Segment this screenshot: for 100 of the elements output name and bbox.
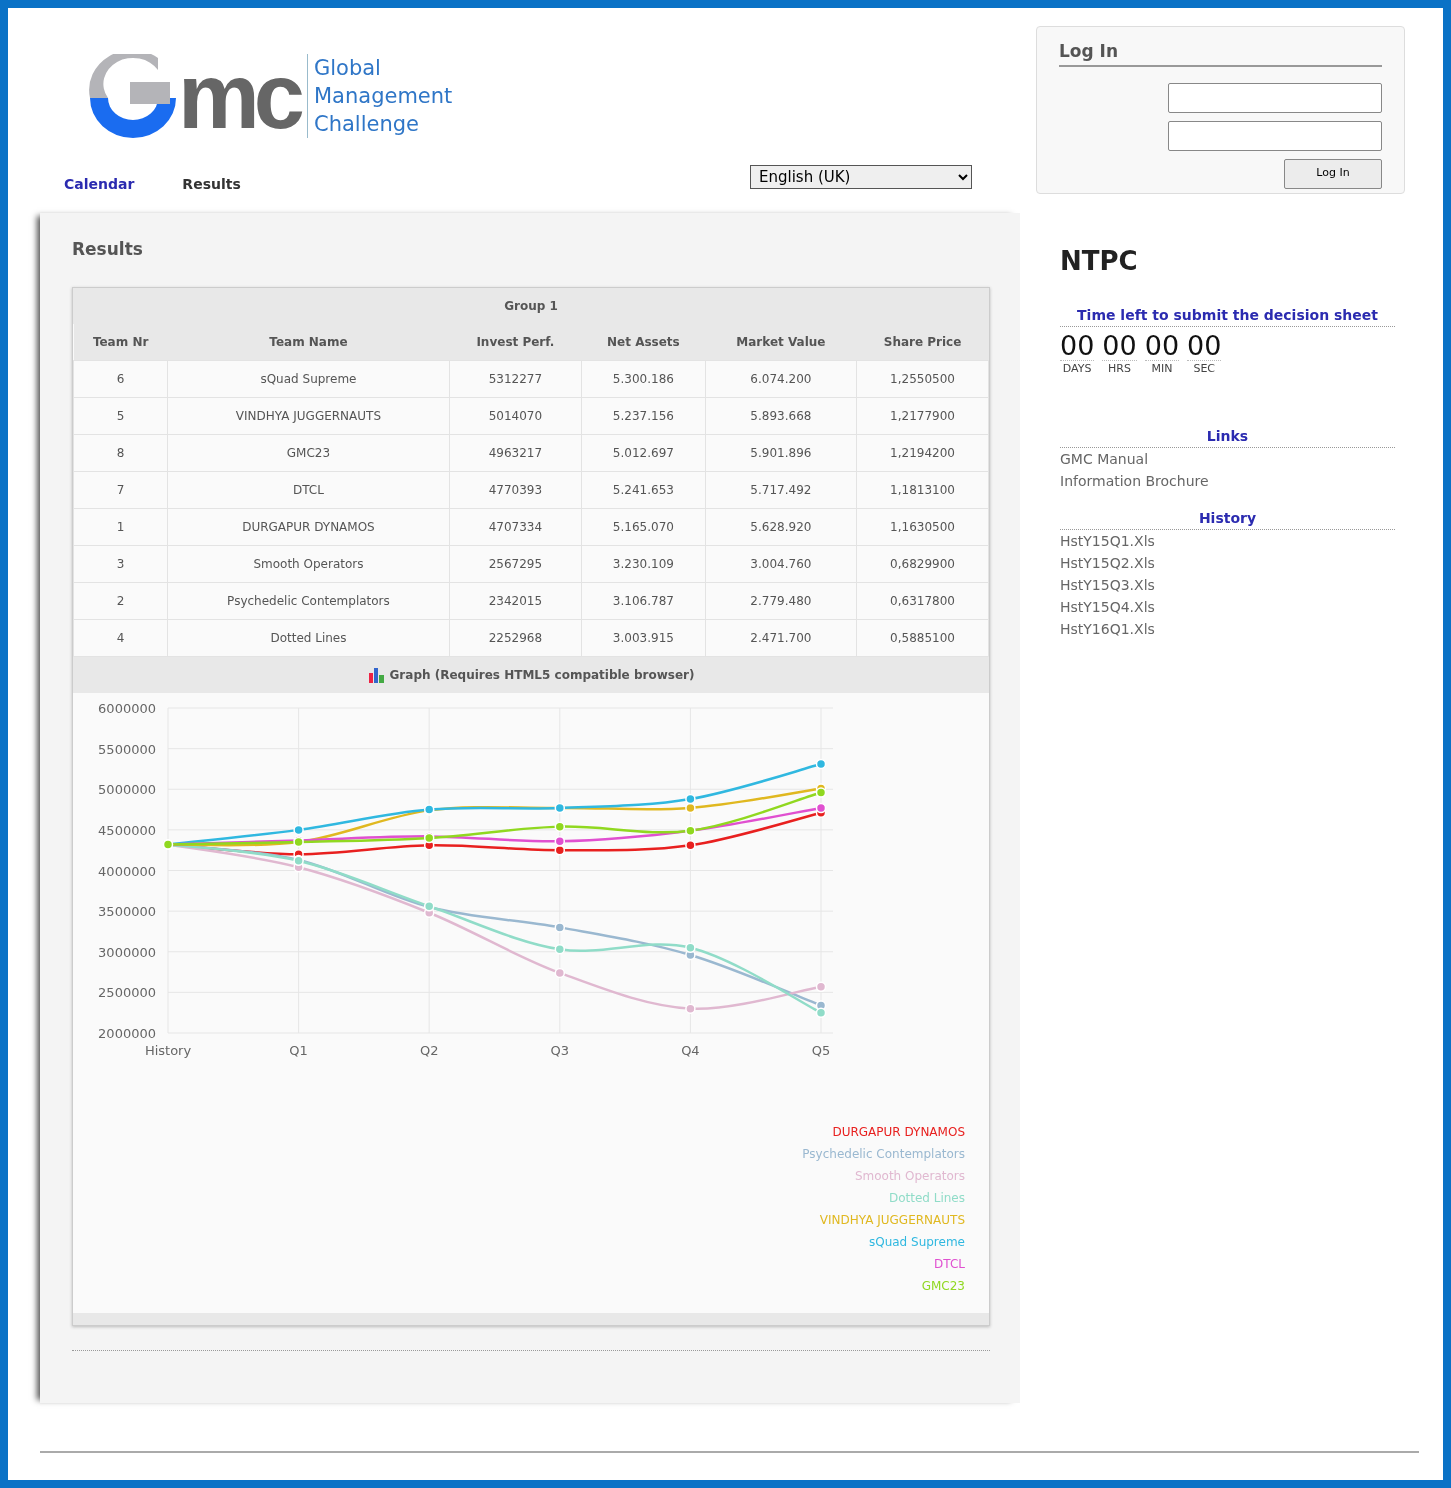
team-name: NTPC (1060, 244, 1139, 278)
table-cell: DTCL (167, 471, 450, 508)
logo-mark-icon (88, 54, 178, 138)
table-cell: 0,6317800 (856, 582, 989, 619)
countdown-value: 00 (1144, 330, 1180, 362)
table-cell: 2567295 (449, 545, 582, 582)
file-link[interactable]: HstY15Q3.Xls (1060, 573, 1155, 596)
y-axis-label: 5000000 (98, 781, 156, 797)
data-point (685, 941, 696, 953)
file-link[interactable]: HstY16Q1.Xls (1060, 617, 1155, 640)
table-cell: 4963217 (449, 434, 582, 471)
x-axis-label: Q5 (811, 1042, 831, 1058)
countdown-value: 00 (1102, 330, 1137, 362)
data-point (554, 967, 566, 978)
table-cell: 5.165.070 (581, 508, 706, 545)
table-cell: Psychedelic Contemplators (167, 582, 450, 619)
table-cell: 1,2177900 (856, 397, 989, 434)
y-axis-label: 2500000 (98, 984, 156, 1000)
login-heading: Log In (1059, 39, 1382, 67)
legend-item: VINDHYA JUGGERNAUTS (819, 1212, 965, 1227)
table-cell: 4 (73, 619, 168, 656)
table-cell: 4770393 (449, 471, 582, 508)
data-point (554, 921, 566, 933)
data-point (554, 820, 566, 832)
legend-item: DURGAPUR DYNAMOS (832, 1124, 965, 1139)
data-point (685, 839, 696, 851)
file-link[interactable]: HstY15Q1.Xls (1060, 529, 1155, 552)
table-cell: 2342015 (449, 582, 582, 619)
legend-item: Dotted Lines (888, 1190, 965, 1205)
data-point (554, 844, 566, 855)
data-point (293, 855, 304, 866)
nav-link[interactable]: Calendar (64, 174, 135, 195)
x-axis-label: Q1 (289, 1042, 308, 1058)
table-cell: 5.901.896 (705, 434, 857, 471)
table-cell: 5.237.156 (581, 397, 706, 434)
table-cell: 1 (73, 508, 168, 545)
data-point (423, 900, 435, 911)
column-header: Share Price (856, 323, 989, 360)
table-cell: 5.717.492 (705, 471, 857, 508)
x-axis-label: Q2 (419, 1042, 439, 1058)
results-heading: Results (72, 238, 144, 261)
countdown-label: HRS (1107, 361, 1132, 378)
document-link[interactable]: Information Brochure (1060, 469, 1209, 492)
table-cell: 3 (73, 545, 168, 582)
table-cell: Smooth Operators (167, 545, 450, 582)
table-cell: 5.241.653 (581, 471, 706, 508)
data-point (685, 1002, 696, 1014)
table-cell: 5.628.920 (705, 508, 857, 545)
countdown-value: 00 (1060, 330, 1095, 362)
table-cell: 1,1630500 (856, 508, 989, 545)
table-cell: 5.012.697 (581, 434, 706, 471)
x-axis-label: History (144, 1042, 192, 1058)
data-point (815, 1006, 827, 1018)
table-cell: 5014070 (449, 397, 582, 434)
y-axis-label: 2000000 (98, 1025, 156, 1041)
table-cell: 5.300.186 (581, 360, 706, 397)
logo-text: mc (178, 50, 299, 142)
language-select[interactable]: English (UK) (750, 164, 972, 189)
column-header: Team Nr (73, 323, 168, 360)
table-cell: 5.893.668 (705, 397, 857, 434)
countdown-label: MIN (1150, 361, 1174, 378)
legend-item: Psychedelic Contemplators (802, 1146, 965, 1161)
y-axis-label: 3000000 (98, 944, 156, 960)
file-link[interactable]: HstY15Q4.Xls (1060, 595, 1155, 618)
table-cell: 5 (73, 397, 168, 434)
data-point (423, 803, 435, 815)
x-axis-label: Q4 (681, 1042, 700, 1058)
table-cell: 0,5885100 (856, 619, 989, 656)
nav-link[interactable]: Results (182, 174, 241, 195)
table-cell: Dotted Lines (167, 619, 450, 656)
data-point (815, 786, 827, 798)
document-link[interactable]: GMC Manual (1060, 447, 1149, 470)
graph-caption: Graph (Requires HTML5 compatible browser) (389, 666, 695, 684)
table-cell: 1,2550500 (856, 360, 989, 397)
links-heading: Links (1060, 425, 1395, 448)
column-header: Net Assets (581, 323, 706, 360)
data-point (815, 980, 827, 992)
history-heading: History (1060, 507, 1395, 530)
table-cell: 2252968 (449, 619, 582, 656)
table-cell: 3.106.787 (581, 582, 706, 619)
file-link[interactable]: HstY15Q2.Xls (1060, 551, 1155, 574)
table-cell: 3.003.915 (581, 619, 706, 656)
bar-chart-icon (367, 666, 386, 683)
table-cell: 5312277 (449, 360, 582, 397)
data-point (554, 943, 566, 955)
table-cell: 1,1813100 (856, 471, 989, 508)
table-cell: DURGAPUR DYNAMOS (167, 508, 450, 545)
y-axis-label: 5500000 (98, 741, 156, 757)
username-field[interactable] (1168, 82, 1382, 113)
table-cell: sQuad Supreme (167, 360, 450, 397)
column-header: Team Name (167, 323, 450, 360)
countdown-value: 00 (1187, 330, 1222, 362)
password-field[interactable] (1168, 120, 1382, 151)
login-button[interactable]: Log In (1284, 158, 1382, 189)
y-axis-label: 3500000 (98, 903, 156, 919)
table-cell: 3.004.760 (705, 545, 857, 582)
table-cell: 1,2194200 (856, 434, 989, 471)
y-axis-label: 4500000 (98, 822, 156, 838)
legend-item: GMC23 (921, 1278, 965, 1293)
table-cell: 8 (73, 434, 168, 471)
